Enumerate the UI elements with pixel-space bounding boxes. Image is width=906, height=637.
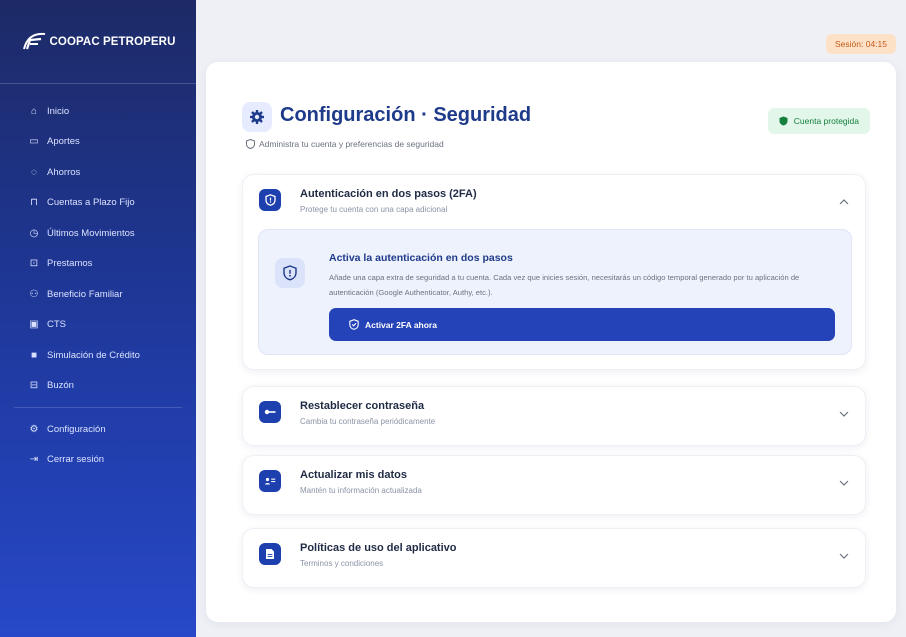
status-badge-label: Cuenta protegida <box>793 116 859 126</box>
accordion-title: Autenticación en dos pasos (2FA) <box>300 188 477 200</box>
twofa-panel: Activa la autenticación en dos pasos Aña… <box>258 229 852 355</box>
accordion-profile: Actualizar mis datos Mantén tu informaci… <box>242 455 866 515</box>
home-icon: ⌂ <box>30 105 38 117</box>
accordion-title: Actualizar mis datos <box>300 469 407 481</box>
settings-header-icon-box <box>242 102 272 132</box>
sidebar-item-label: Inicio <box>47 105 70 117</box>
brand-logo[interactable]: COOPAC PETROPERU <box>21 31 176 53</box>
page-subtitle-text: Administra tu cuenta y preferencias de s… <box>259 139 444 149</box>
accordion-2fa-icon-box <box>259 189 281 211</box>
logo-area: COOPAC PETROPERU <box>0 0 196 84</box>
lock-icon: ⊓ <box>30 197 38 209</box>
chevron-down-icon[interactable] <box>837 549 851 563</box>
wallet-icon: ▭ <box>29 136 39 148</box>
accordion-policies: Políticas de uso del aplicativo Terminos… <box>242 528 866 588</box>
sidebar-item-label: CTS <box>47 319 66 331</box>
chevron-down-icon[interactable] <box>837 407 851 421</box>
sidebar-item-label: Ahorros <box>47 166 81 178</box>
brand-name: COOPAC PETROPERU <box>49 35 176 48</box>
sidebar-item-label: Aportes <box>47 136 80 148</box>
accordion-subtitle: Mantén tu información actualizada <box>300 486 422 495</box>
twofa-panel-title: Activa la autenticación en dos pasos <box>329 252 513 264</box>
inbox-icon: ⊟ <box>29 380 39 392</box>
accordion-subtitle: Terminos y condiciones <box>300 559 384 568</box>
sidebar-item-buzon[interactable]: ⊟ Buzón <box>0 371 196 402</box>
sidebar-divider <box>14 407 182 408</box>
sidebar-item-prestamos[interactable]: ⊡ Prestamos <box>0 249 196 280</box>
sidebar-item-label: Beneficio Familiar <box>47 288 123 300</box>
sidebar-item-cts[interactable]: ▣ CTS <box>0 310 196 341</box>
shield-check-icon <box>779 116 788 126</box>
sidebar-item-beneficio[interactable]: ⚇ Beneficio Familiar <box>0 279 196 310</box>
briefcase-icon: ▣ <box>29 319 39 331</box>
accordion-title: Políticas de uso del aplicativo <box>300 542 457 554</box>
sidebar-item-inicio[interactable]: ⌂ Inicio <box>0 96 196 127</box>
chevron-down-icon[interactable] <box>837 476 851 490</box>
accordion-subtitle: Cambia tu contraseña periódicamente <box>300 417 436 426</box>
family-icon: ⚇ <box>29 288 39 300</box>
accordion-2fa-header[interactable]: Autenticación en dos pasos (2FA) Protege… <box>243 175 865 235</box>
sidebar-item-label: Cerrar sesión <box>47 454 105 466</box>
page-title: Configuración · Seguridad <box>280 104 532 126</box>
status-badge: Cuenta protegida <box>767 108 870 134</box>
petroperu-logo-icon <box>22 32 45 49</box>
shield-icon <box>246 139 255 149</box>
gear-icon <box>250 110 264 124</box>
sidebar-item-aportes[interactable]: ▭ Aportes <box>0 127 196 158</box>
sidebar-item-label: Buzón <box>47 380 74 392</box>
accordion-policies-icon-box <box>259 543 281 565</box>
session-timer-badge: Sesión: 04:15 <box>826 34 896 54</box>
activate-2fa-button-label: Activar 2FA ahora <box>365 319 437 330</box>
id-card-icon <box>265 477 276 485</box>
accordion-profile-header[interactable]: Actualizar mis datos Mantén tu informaci… <box>243 456 865 516</box>
accordion-subtitle: Protege tu cuenta con una capa adicional <box>300 205 448 214</box>
accordion-profile-icon-box <box>259 470 281 492</box>
gear-icon: ⚙ <box>29 423 39 435</box>
accordion-2fa: Autenticación en dos pasos (2FA) Protege… <box>242 174 866 370</box>
sidebar-item-configuracion[interactable]: ⚙ Configuración <box>0 414 196 445</box>
accordion-title: Restablecer contraseña <box>300 400 425 412</box>
accordion-password-icon-box <box>259 401 281 423</box>
activate-2fa-button[interactable]: Activar 2FA ahora <box>329 308 835 341</box>
accordion-policies-header[interactable]: Políticas de uso del aplicativo Terminos… <box>243 529 865 589</box>
sidebar-item-logout[interactable]: ⇥ Cerrar sesión <box>0 445 196 476</box>
sidebar-item-label: Configuración <box>47 423 106 435</box>
document-icon <box>266 549 274 559</box>
sidebar-item-label: Últimos Movimientos <box>47 227 135 239</box>
shield-alert-icon <box>283 265 297 281</box>
sidebar-item-simulacion[interactable]: ■ Simulación de Crédito <box>0 340 196 371</box>
twofa-panel-icon-box <box>275 258 305 288</box>
twofa-panel-description: Añade una capa extra de seguridad a tu c… <box>329 273 800 297</box>
logout-icon: ⇥ <box>29 454 39 466</box>
clock-icon: ◷ <box>29 227 39 239</box>
chevron-up-icon[interactable] <box>837 195 851 209</box>
sidebar-nav: ⌂ Inicio ▭ Aportes ◌ Ahorros ⊓ Cuentas a… <box>0 84 196 475</box>
accordion-password: Restablecer contraseña Cambia tu contras… <box>242 386 866 446</box>
piggy-bank-icon: ◌ <box>31 166 37 178</box>
accordion-password-header[interactable]: Restablecer contraseña Cambia tu contras… <box>243 387 865 447</box>
page-subtitle: Administra tu cuenta y preferencias de s… <box>246 139 444 149</box>
sidebar-item-label: Prestamos <box>47 258 93 270</box>
sidebar-item-label: Simulación de Crédito <box>47 349 140 361</box>
sidebar-item-label: Cuentas a Plazo Fijo <box>47 197 135 209</box>
settings-card: Configuración · Seguridad Administra tu … <box>206 62 896 622</box>
sidebar-item-ahorros[interactable]: ◌ Ahorros <box>0 157 196 188</box>
calculator-icon: ■ <box>30 349 38 361</box>
sidebar-item-plazo-fijo[interactable]: ⊓ Cuentas a Plazo Fijo <box>0 188 196 219</box>
key-icon <box>264 409 276 415</box>
loan-icon: ⊡ <box>29 258 39 270</box>
shield-check-icon <box>349 319 359 330</box>
shield-icon <box>264 194 276 206</box>
sidebar-item-movimientos[interactable]: ◷ Últimos Movimientos <box>0 218 196 249</box>
sidebar: COOPAC PETROPERU ⌂ Inicio ▭ Aportes ◌ Ah… <box>0 0 196 637</box>
